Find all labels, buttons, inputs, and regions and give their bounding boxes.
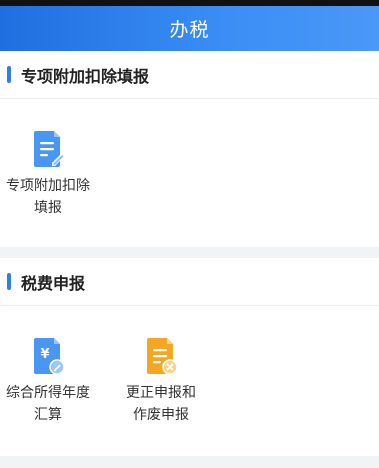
- item-label: 专项附加扣除 填报: [6, 178, 90, 216]
- correction-void-filing-entry[interactable]: 更正申报和 作废申报: [111, 336, 211, 426]
- section-accent-bar: [7, 273, 11, 290]
- special-deduction-entry[interactable]: 专项附加扣除 填报: [0, 129, 98, 219]
- annual-settlement-entry[interactable]: ¥ 综合所得年度 汇算: [0, 336, 98, 426]
- section-title: 专项附加扣除填报: [21, 66, 150, 86]
- document-edit-icon: [34, 131, 65, 167]
- app-header: 办税: [0, 6, 379, 51]
- page-title: 办税: [169, 19, 210, 41]
- section-title: 税费申报: [21, 273, 86, 293]
- section-accent-bar: [7, 66, 11, 83]
- item-label: 更正申报和 作废申报: [126, 385, 196, 423]
- document-cancel-icon: [147, 338, 178, 375]
- item-label: 综合所得年度 汇算: [6, 385, 90, 423]
- section-header: 专项附加扣除填报: [0, 51, 379, 99]
- section-header: 税费申报: [0, 258, 379, 306]
- svg-text:¥: ¥: [40, 347, 49, 362]
- special-deduction-section: 专项附加扣除填报 专项附加扣除 填报: [0, 51, 379, 247]
- yuan-document-icon: ¥: [34, 338, 65, 375]
- tax-filing-section: 税费申报 ¥ 综合所得年度 汇算 更正申报和 作废申报: [0, 258, 379, 456]
